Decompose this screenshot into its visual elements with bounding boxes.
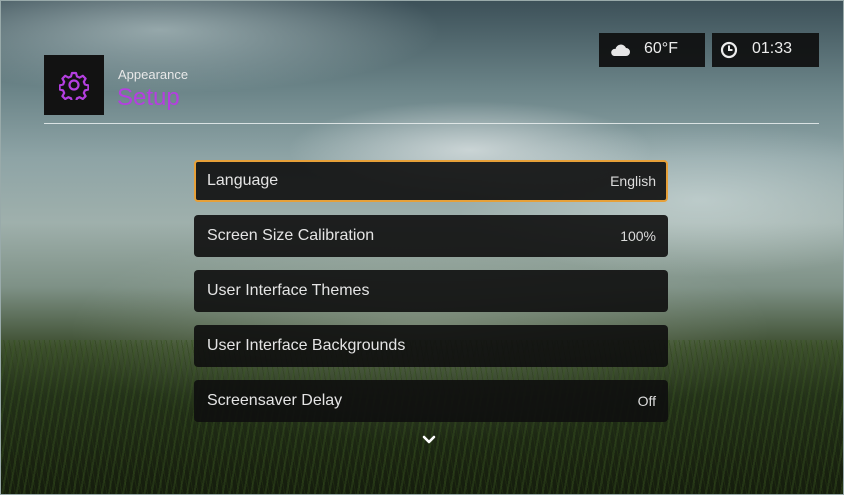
menu-item-label: User Interface Backgrounds <box>207 337 406 354</box>
menu-item-label: Language <box>207 172 279 189</box>
breadcrumb: Appearance <box>118 67 189 82</box>
menu-item-screen-size-calibration[interactable]: Screen Size Calibration 100% <box>194 215 668 257</box>
gear-icon <box>44 55 104 115</box>
menu-item-label: User Interface Themes <box>207 282 370 299</box>
menu-item-user-interface-themes[interactable]: User Interface Themes <box>194 270 668 312</box>
menu-item-label: Screensaver Delay <box>207 392 343 409</box>
menu-item-value: 100% <box>620 228 656 244</box>
menu-item-language[interactable]: Language English <box>194 160 668 202</box>
menu-item-user-interface-backgrounds[interactable]: User Interface Backgrounds <box>194 325 668 367</box>
clock-widget: 01:33 <box>712 33 819 67</box>
clock-icon <box>720 41 738 64</box>
weather-widget: 60°F <box>599 33 705 67</box>
menu-item-screensaver-delay[interactable]: Screensaver Delay Off <box>194 380 668 422</box>
menu-item-value: Off <box>637 393 656 409</box>
menu-item-label: Screen Size Calibration <box>207 227 375 244</box>
chevron-down-icon[interactable] <box>422 432 436 450</box>
cloud-icon <box>609 42 631 63</box>
temperature: 60°F <box>644 40 678 57</box>
page-title: Setup <box>117 84 180 111</box>
menu-item-value: English <box>610 173 656 189</box>
clock-time: 01:33 <box>752 40 793 57</box>
header-divider <box>44 123 819 124</box>
